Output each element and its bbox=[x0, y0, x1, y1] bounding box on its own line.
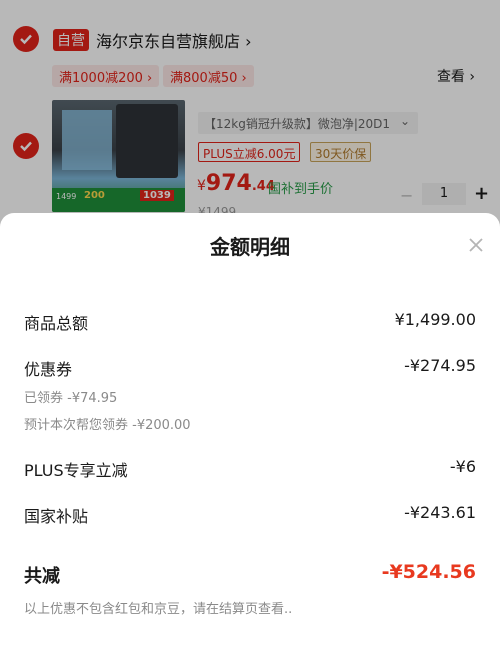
row-value-total-goods: ¥1,499.00 bbox=[394, 310, 476, 329]
modal-overlay[interactable] bbox=[0, 0, 500, 230]
row-label-total-goods: 商品总额 bbox=[24, 314, 89, 333]
row-label-coupon: 优惠券 bbox=[24, 360, 73, 379]
close-button[interactable] bbox=[464, 233, 488, 257]
total-discount-label: 共减 bbox=[24, 566, 60, 587]
close-icon bbox=[469, 238, 483, 252]
discount-footnote: 以上优惠不包含红包和京豆，请在结算页查看.. bbox=[24, 602, 293, 617]
total-discount-value: -¥524.56 bbox=[381, 561, 476, 583]
row-label-plus-discount: PLUS专享立减 bbox=[24, 461, 128, 480]
coupon-claimed-detail: 已领券 -¥74.95 bbox=[24, 391, 118, 406]
coupon-estimated-detail: 预计本次帮您领券 -¥200.00 bbox=[24, 418, 191, 433]
row-value-coupon: -¥274.95 bbox=[404, 356, 476, 375]
row-value-plus-discount: -¥6 bbox=[449, 457, 476, 476]
amount-detail-sheet: 金额明细 商品总额 ¥1,499.00 优惠券 -¥274.95 已领券 -¥7… bbox=[0, 213, 500, 645]
sheet-title: 金额明细 bbox=[210, 235, 290, 259]
cart-background: 自营 海尔京东自营旗舰店 › 满1000减200 › 满800减50 › 查看 … bbox=[0, 0, 500, 230]
row-label-national-subsidy: 国家补贴 bbox=[24, 507, 89, 526]
row-value-national-subsidy: -¥243.61 bbox=[404, 503, 476, 522]
